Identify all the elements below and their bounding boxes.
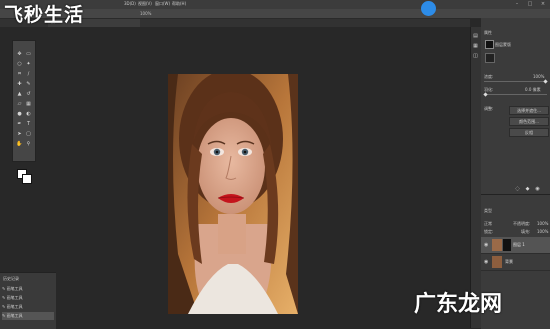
panel-toggle-icon[interactable]: ◫	[472, 53, 479, 60]
healing-tool-icon[interactable]: ✚	[16, 81, 23, 88]
density-label: 浓度:	[484, 74, 494, 79]
blend-mode-select[interactable]: 正常	[484, 221, 492, 227]
portrait-photo[interactable]	[168, 74, 298, 314]
history-item-selected[interactable]: ✎ 画笔工具	[2, 312, 54, 320]
mask-thumbnail[interactable]	[485, 40, 494, 49]
eye-icon[interactable]: ◉	[484, 242, 488, 248]
adjust-label: 调整:	[484, 106, 494, 111]
watermark-logo: 飞秒生活	[4, 4, 85, 26]
history-item[interactable]: ✎ 画笔工具	[2, 294, 54, 302]
move-tool-icon[interactable]: ✥	[16, 51, 23, 58]
brush-tool-icon[interactable]: ✎	[25, 81, 32, 88]
close-icon[interactable]: ×	[538, 1, 548, 8]
feather-value[interactable]: 0.0 像素	[525, 87, 541, 93]
panel-icon-strip: ▤ ▦ ◫	[470, 27, 481, 328]
mask-label: 图层蒙版	[495, 42, 511, 47]
panel-toggle-icon[interactable]: ▦	[472, 43, 479, 50]
wand-tool-icon[interactable]: ✦	[25, 61, 32, 68]
eye-icon[interactable]: ◉	[484, 259, 488, 265]
shape-tool-icon[interactable]: ▢	[25, 131, 32, 138]
pen-tool-icon[interactable]: ✒	[16, 121, 23, 128]
tools-panel: ✥ ▭ ○ ✦ ⌗ ∕ ✚ ✎ ▲ ↺ ▱ ▦ ● ◐ ✒ T ➤ ▢ ✋ ⚲	[12, 40, 36, 184]
select-mask-button[interactable]: 选择并遮住...	[509, 106, 549, 115]
history-item[interactable]: ✎ 画笔工具	[2, 303, 54, 311]
history-item[interactable]: ✎ 画笔工具	[2, 285, 54, 293]
density-slider[interactable]	[484, 81, 547, 82]
zoom-field[interactable]: 100%	[140, 11, 151, 16]
zoom-tool-icon[interactable]: ⚲	[25, 141, 32, 148]
menu-3d[interactable]: 3D(D)	[124, 1, 136, 6]
fill-label: 填充:	[521, 229, 531, 234]
panel-toggle-icon[interactable]: ▤	[472, 33, 479, 40]
layer-thumbnail	[492, 256, 502, 268]
menu-window[interactable]: 窗口(W)	[155, 1, 170, 7]
minimize-icon[interactable]: –	[512, 1, 522, 8]
layer-thumbnail	[492, 239, 502, 251]
lock-label: 锁定:	[484, 229, 494, 234]
background-color-swatch[interactable]	[22, 174, 32, 184]
opacity-value[interactable]: 100%	[537, 221, 548, 226]
maximize-icon[interactable]: □	[525, 1, 535, 8]
history-brush-icon[interactable]: ↺	[25, 91, 32, 98]
properties-title: 属性	[484, 30, 492, 35]
mask-preview	[485, 53, 495, 63]
blur-tool-icon[interactable]: ●	[16, 111, 23, 118]
watermark-logo: 广东龙网	[414, 292, 503, 317]
path-select-icon[interactable]: ➤	[16, 131, 23, 138]
stamp-tool-icon[interactable]: ▲	[16, 91, 23, 98]
color-range-button[interactable]: 颜色范围...	[509, 117, 549, 126]
hand-tool-icon[interactable]: ✋	[16, 141, 23, 148]
load-selection-icon[interactable]: ◌	[514, 186, 521, 193]
invert-button[interactable]: 反相	[509, 128, 549, 137]
visibility-icon[interactable]: ◉	[534, 186, 541, 193]
menu-view[interactable]: 视图(V)	[138, 1, 152, 7]
feather-slider-knob[interactable]	[483, 92, 488, 97]
layer-row[interactable]: ◉ 背景	[481, 254, 550, 271]
marquee-tool-icon[interactable]: ▭	[25, 51, 32, 58]
crop-tool-icon[interactable]: ⌗	[16, 71, 23, 78]
mask-actions: ◌ ◆ ◉	[484, 186, 547, 192]
apply-mask-icon[interactable]: ◆	[524, 186, 531, 193]
layer-mask-thumbnail[interactable]	[503, 239, 511, 251]
type-tool-icon[interactable]: T	[25, 121, 32, 128]
density-slider-knob[interactable]	[543, 79, 548, 84]
portrait-image	[168, 74, 298, 314]
history-panel: 历史记录 ✎ 画笔工具 ✎ 画笔工具 ✎ 画笔工具 ✎ 画笔工具	[0, 272, 56, 329]
help-badge[interactable]	[421, 1, 436, 16]
layer-name[interactable]: 背景	[505, 259, 513, 265]
menu-help[interactable]: 帮助(H)	[172, 1, 186, 7]
feather-slider[interactable]	[484, 94, 547, 95]
opacity-label: 不透明度:	[513, 221, 531, 226]
lasso-tool-icon[interactable]: ○	[16, 61, 23, 68]
dodge-tool-icon[interactable]: ◐	[25, 111, 32, 118]
history-title: 历史记录	[3, 276, 19, 281]
fill-value[interactable]: 100%	[537, 229, 548, 234]
eraser-tool-icon[interactable]: ▱	[16, 101, 23, 108]
layer-kind-filter[interactable]: 类型	[484, 208, 492, 214]
layer-name[interactable]: 图层 1	[513, 242, 525, 248]
eyedropper-tool-icon[interactable]: ∕	[25, 71, 32, 78]
layer-row[interactable]: ◉ 图层 1	[481, 237, 550, 254]
gradient-tool-icon[interactable]: ▦	[25, 101, 32, 108]
density-value[interactable]: 100%	[533, 74, 544, 79]
